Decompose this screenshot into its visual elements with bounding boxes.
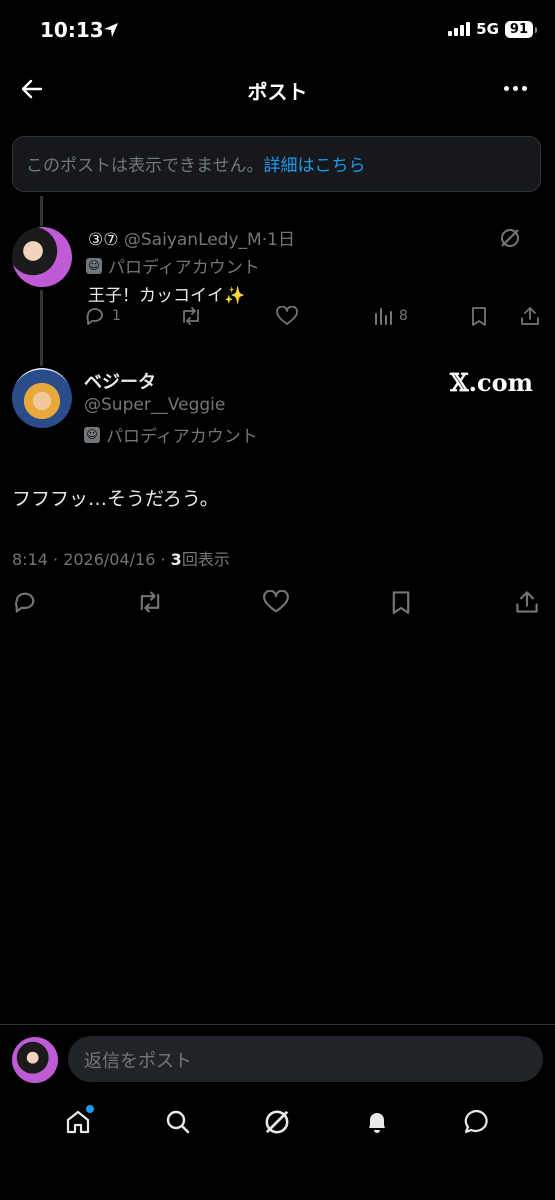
bookmark-icon bbox=[472, 307, 486, 326]
reply-icon bbox=[15, 592, 35, 613]
view-count: 8 bbox=[399, 308, 408, 324]
main-handle[interactable]: @Super__Veggie bbox=[84, 395, 225, 415]
views-icon bbox=[375, 308, 392, 325]
reply-body: 王子！カッコイイ bbox=[88, 286, 224, 306]
parody-label-text: パロディアカウント bbox=[106, 427, 258, 447]
parody-label: ☺ パロディアカウント bbox=[86, 253, 260, 278]
share-icon bbox=[516, 591, 538, 613]
bottom-tab-bar bbox=[0, 1104, 555, 1140]
repost-button[interactable] bbox=[136, 590, 164, 614]
main-display-name[interactable]: ベジータ bbox=[84, 368, 156, 394]
message-icon bbox=[464, 1109, 488, 1134]
unavailable-post-notice: このポストは表示できません。詳細はこちら bbox=[12, 136, 541, 192]
share-button[interactable] bbox=[515, 590, 539, 614]
parody-label-text: パロディアカウント bbox=[108, 258, 260, 278]
reply-input[interactable]: 返信をポスト bbox=[68, 1036, 543, 1082]
bookmark-button[interactable] bbox=[470, 306, 488, 326]
thread-line-top bbox=[40, 196, 43, 226]
thread-line-bottom bbox=[40, 290, 43, 366]
share-icon bbox=[521, 307, 539, 325]
reply-display-name[interactable]: ③⑦ bbox=[88, 230, 118, 250]
network-type: 5G bbox=[476, 20, 499, 38]
divider bbox=[0, 1024, 555, 1025]
reply-text: 王子！カッコイイ✨ bbox=[88, 281, 245, 306]
reply-count: 1 bbox=[112, 308, 121, 324]
reply-icon bbox=[86, 308, 103, 325]
share-button[interactable] bbox=[520, 306, 540, 326]
reply-handle[interactable]: @SaiyanLedy_M bbox=[124, 230, 262, 250]
mask-icon: ☺ bbox=[84, 426, 100, 443]
post-actions bbox=[12, 590, 543, 616]
more-icon[interactable] bbox=[504, 86, 527, 91]
like-button[interactable] bbox=[276, 306, 298, 326]
search-icon bbox=[166, 1110, 189, 1134]
avatar[interactable] bbox=[12, 227, 72, 287]
tab-grok[interactable] bbox=[259, 1104, 295, 1140]
grok-icon[interactable] bbox=[499, 227, 521, 249]
signal-icon bbox=[448, 22, 471, 36]
tab-notifications[interactable] bbox=[359, 1104, 395, 1140]
heart-icon bbox=[263, 590, 289, 613]
notice-text: このポストは表示できません。 bbox=[26, 156, 264, 176]
like-button[interactable] bbox=[263, 590, 289, 614]
avatar[interactable] bbox=[12, 368, 72, 428]
views-label: 回表示 bbox=[181, 550, 230, 569]
battery-level: 91 bbox=[504, 20, 538, 38]
reply-time: ·1日 bbox=[261, 230, 295, 250]
reply-button[interactable] bbox=[12, 590, 38, 614]
tab-home[interactable] bbox=[60, 1104, 96, 1140]
grok-icon bbox=[266, 1110, 289, 1134]
location-arrow-icon bbox=[103, 22, 119, 38]
notification-dot bbox=[85, 1105, 94, 1113]
sparkles-emoji: ✨ bbox=[224, 286, 246, 306]
repost-icon bbox=[140, 591, 160, 613]
post-timestamp: 8:14 · 2026/04/16 · bbox=[12, 550, 171, 569]
learn-more-link[interactable]: 詳細はこちら bbox=[264, 156, 366, 176]
repost-button[interactable] bbox=[179, 306, 203, 326]
mask-icon: ☺ bbox=[86, 257, 102, 274]
tab-search[interactable] bbox=[160, 1104, 196, 1140]
tab-messages[interactable] bbox=[459, 1104, 495, 1140]
post-meta: 8:14 · 2026/04/16 · 3回表示 bbox=[12, 546, 230, 570]
parody-label: ☺ パロディアカウント bbox=[84, 422, 258, 447]
view-count[interactable]: 3 bbox=[171, 550, 182, 569]
post-text: フフフッ…そうだろう。 bbox=[12, 488, 219, 510]
reply-button[interactable]: 1 bbox=[84, 306, 121, 326]
views-button[interactable]: 8 bbox=[373, 306, 408, 326]
bookmark-icon bbox=[392, 591, 410, 614]
bookmark-button[interactable] bbox=[390, 590, 412, 614]
repost-icon bbox=[183, 307, 199, 325]
avatar bbox=[12, 1037, 58, 1083]
page-title: ポスト bbox=[247, 80, 308, 104]
x-com-watermark: 𝕏.com bbox=[450, 368, 533, 397]
heart-icon bbox=[276, 306, 298, 325]
reply-header: ③⑦ @SaiyanLedy_M·1日 bbox=[88, 225, 295, 250]
bell-icon bbox=[369, 1113, 386, 1133]
status-indicators: 5G 91 bbox=[448, 20, 538, 38]
status-time: 10:13 bbox=[40, 18, 104, 42]
